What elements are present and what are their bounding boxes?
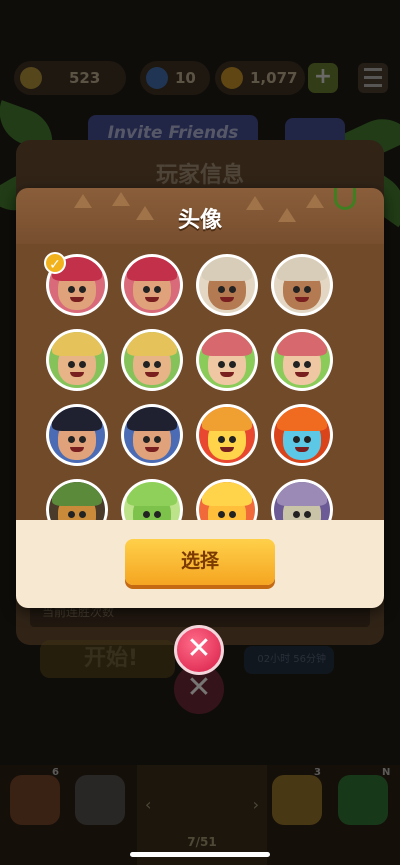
avatar-option-grandma-curly-heart-eyes[interactable]: [271, 254, 333, 316]
avatar-option-pirate-eyepatch-grin[interactable]: [121, 404, 183, 466]
energy-count: 10: [175, 69, 196, 87]
avatar-portrait: [199, 257, 255, 313]
avatar-portrait: [124, 257, 180, 313]
avatar-portrait: [49, 332, 105, 388]
avatar-option-grandma-curly-crying[interactable]: [196, 254, 258, 316]
avatar-option-old-lady-glasses-smile[interactable]: [196, 329, 258, 391]
avatar-portrait: [274, 257, 330, 313]
avatar-portrait: [49, 407, 105, 463]
avatar-option-girl-red-bandana-smile[interactable]: ✓: [44, 252, 108, 316]
player-info-title: 玩家信息: [155, 163, 244, 188]
trophy-counter: 523: [14, 61, 126, 95]
avatar-option-old-lady-glasses-wink[interactable]: [271, 329, 333, 391]
avatar-portrait: [124, 407, 180, 463]
avatar-dialog: 头像 ✓ 选择: [16, 188, 384, 608]
dialog-footer: 选择: [16, 520, 384, 608]
avatar-grid: ✓: [16, 244, 384, 520]
nav-social[interactable]: [338, 775, 388, 825]
avatar-portrait: [199, 332, 255, 388]
nav-badge: 6: [52, 767, 59, 778]
bottom-navigation: 6 ‹ › 7/51 3 N: [0, 765, 400, 865]
avatar-option-yellow-chick[interactable]: [196, 479, 258, 520]
avatar-option-pirate-eyepatch-smile[interactable]: [46, 404, 108, 466]
coin-icon: [221, 67, 243, 89]
avatar-portrait: [49, 482, 105, 520]
nav-badge: 3: [314, 767, 321, 778]
avatar-portrait: [274, 332, 330, 388]
selected-check-icon: ✓: [44, 252, 66, 274]
timer-badge: 02小时 56分钟: [244, 646, 334, 674]
avatar-option-owl-mask[interactable]: [46, 479, 108, 520]
avatar-option-fire-flame[interactable]: [196, 404, 258, 466]
start-button[interactable]: 开始!: [40, 640, 175, 678]
energy-icon: [146, 67, 168, 89]
avatar-option-green-frog[interactable]: [121, 479, 183, 520]
home-indicator[interactable]: [130, 852, 270, 857]
nav-badge: N: [382, 767, 391, 778]
avatar-option-girl-red-bandana-starstruck[interactable]: [121, 254, 183, 316]
level-indicator: 7/51: [187, 835, 217, 849]
chevron-left-icon[interactable]: ‹: [145, 795, 151, 814]
avatar-option-blond-man-smile[interactable]: [46, 329, 108, 391]
avatar-portrait: [274, 482, 330, 520]
close-button[interactable]: ✕: [174, 625, 224, 675]
energy-counter: 10: [140, 61, 210, 95]
avatar-portrait: [124, 482, 180, 520]
nav-events[interactable]: [272, 775, 322, 825]
dialog-title: 头像: [177, 208, 222, 233]
avatar-option-orange-robot-eye[interactable]: [271, 404, 333, 466]
nav-levels[interactable]: ‹ › 7/51: [137, 765, 267, 865]
chevron-right-icon[interactable]: ›: [253, 795, 259, 814]
nav-team[interactable]: [75, 775, 125, 825]
avatar-option-knight-helmet[interactable]: [271, 479, 333, 520]
avatar-portrait: [274, 407, 330, 463]
select-button[interactable]: 选择: [125, 539, 275, 585]
avatar-option-blond-man-angry[interactable]: [121, 329, 183, 391]
avatar-portrait: [199, 482, 255, 520]
nav-shop-chest[interactable]: [10, 775, 60, 825]
trophy-icon: [20, 67, 42, 89]
avatar-portrait: [199, 407, 255, 463]
avatar-portrait: [124, 332, 180, 388]
coin-counter: 1,077: [215, 61, 305, 95]
game-screen: 523 10 1,077 + Invite Friends 玩家信息 当前连胜次…: [0, 0, 400, 865]
resource-bar: 523 10 1,077 +: [0, 55, 400, 101]
coin-count: 1,077: [250, 69, 298, 87]
add-coins-button[interactable]: +: [308, 63, 338, 93]
menu-button[interactable]: [358, 63, 388, 93]
trophy-count: 523: [69, 69, 101, 87]
